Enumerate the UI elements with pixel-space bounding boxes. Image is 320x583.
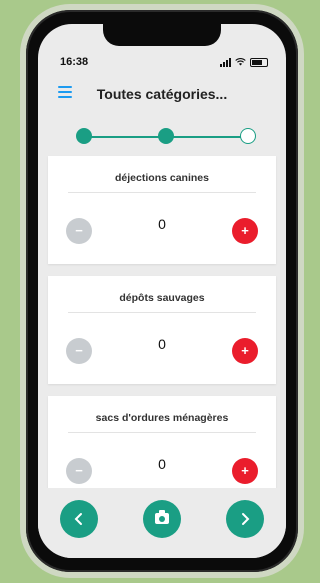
step-connector-2 [172,136,246,138]
card-divider [68,432,256,433]
category-name: dépôts sauvages [119,292,205,304]
status-bar: 16:38 [60,54,268,70]
category-card: déjections canines − 0 + [48,156,276,264]
app-header: Toutes catégories... [38,80,286,108]
signal-icon [220,57,231,67]
status-icons [220,57,268,67]
category-name: déjections canines [115,172,209,184]
status-time: 16:38 [60,56,89,68]
app-screen: 16:38 Toutes catégories... déjections ca… [38,24,286,558]
step-connector-1 [90,136,164,138]
back-button[interactable] [60,500,98,538]
chevron-right-icon [242,513,250,525]
progress-stepper [76,128,256,146]
category-name: sacs d'ordures ménagères [95,412,229,424]
category-card: dépôts sauvages − 0 + [48,276,276,384]
increment-button[interactable]: + [232,338,258,364]
page-title: Toutes catégories... [96,86,228,102]
next-button[interactable] [226,500,264,538]
step-2-indicator [158,128,174,144]
step-1-indicator [76,128,92,144]
increment-button[interactable]: + [232,458,258,484]
camera-icon [155,510,169,524]
increment-button[interactable]: + [232,218,258,244]
wifi-icon [235,58,246,66]
phone-frame: 16:38 Toutes catégories... déjections ca… [26,10,298,572]
card-divider [68,312,256,313]
step-3-indicator [240,128,256,144]
chevron-left-icon [74,513,82,525]
battery-icon [250,57,268,67]
camera-button[interactable] [143,500,181,538]
phone-notch [103,24,221,46]
bottom-action-bar [38,488,286,558]
card-divider [68,192,256,193]
